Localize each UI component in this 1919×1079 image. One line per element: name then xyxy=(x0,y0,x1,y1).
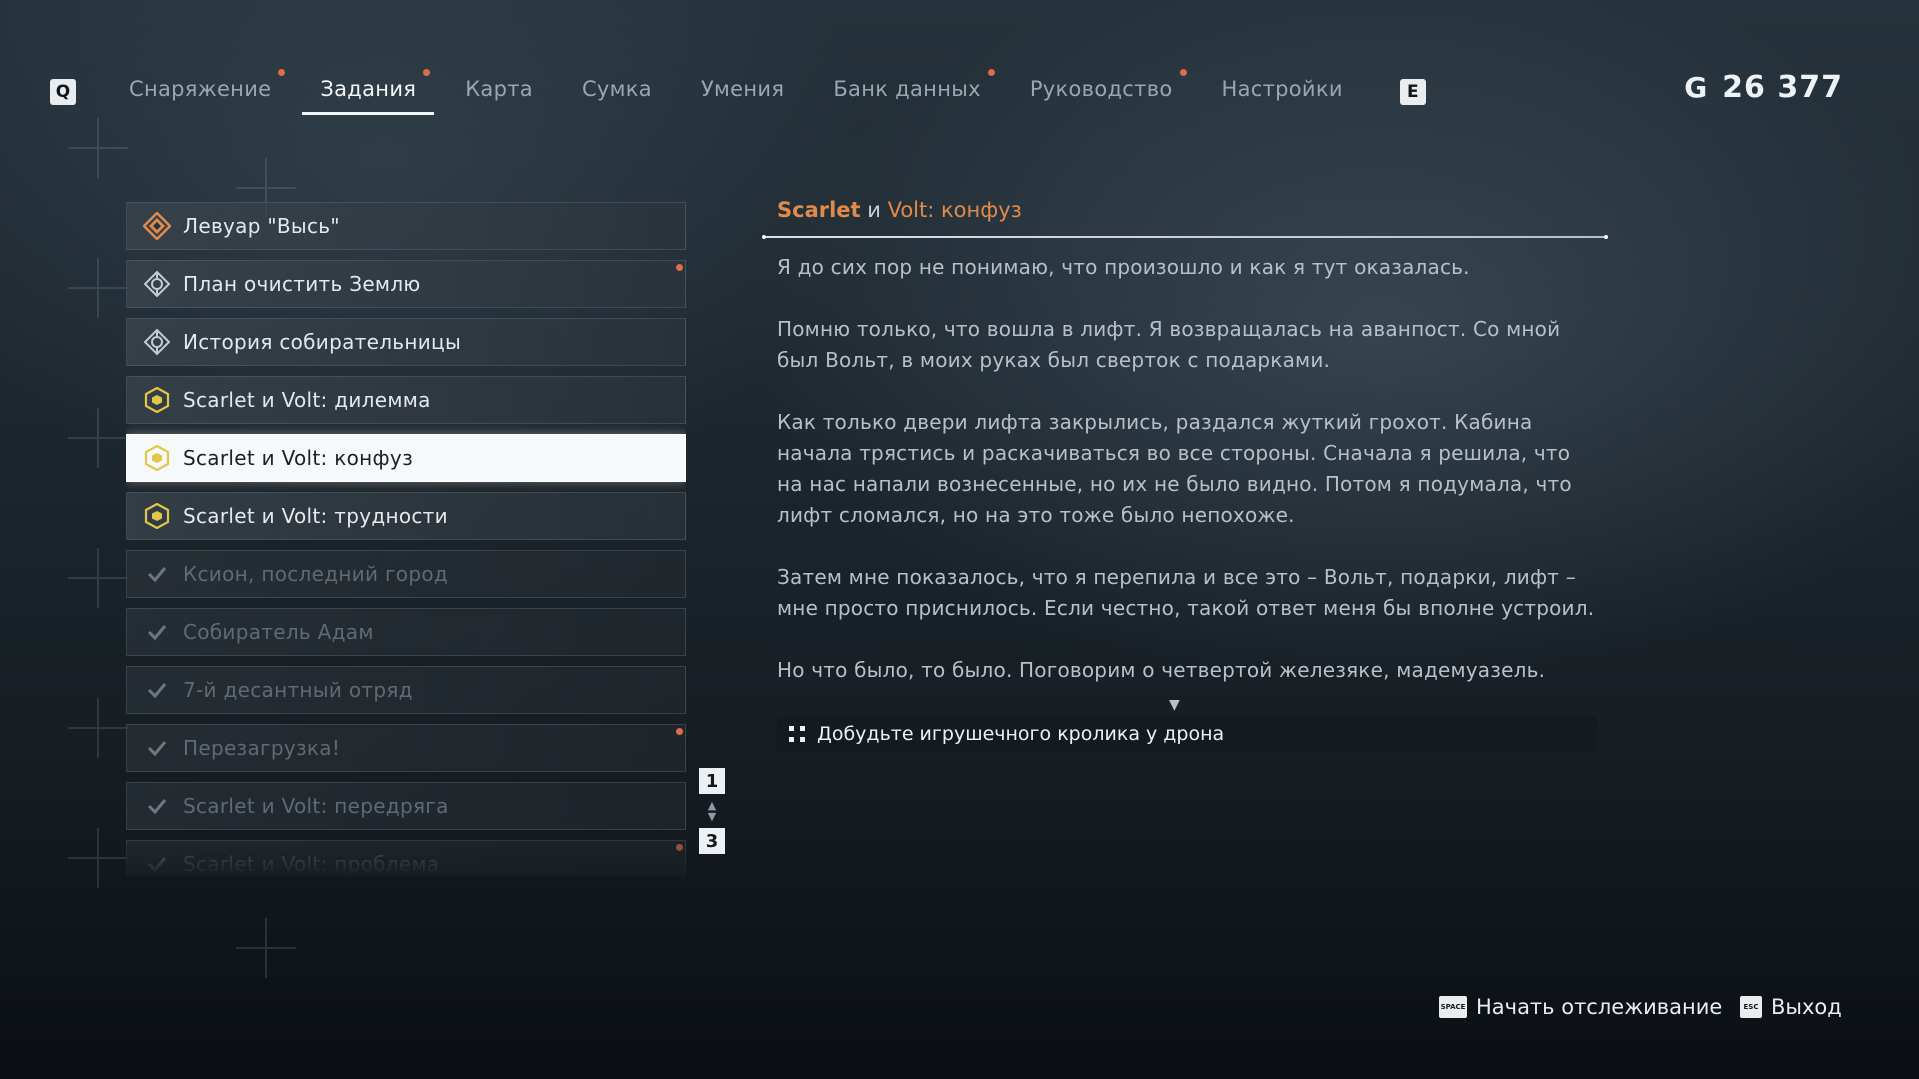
side-quest-emblem-icon xyxy=(143,328,171,356)
tab-guide[interactable]: Руководство xyxy=(1012,69,1191,115)
quest-item[interactable]: План очистить Землю xyxy=(126,260,686,308)
background-crosshair xyxy=(68,698,128,758)
quest-detail-panel: Scarlet и Volt: конфуз Я до сих пор не п… xyxy=(762,198,1608,682)
tab-label: Карта xyxy=(465,77,533,101)
top-navigation: Q Снаряжение Задания Карта Сумка Умения … xyxy=(50,68,1426,116)
description-paragraph: Помню только, что вошла в лифт. Я возвра… xyxy=(777,317,1561,372)
objective-icon xyxy=(789,726,805,742)
description-paragraph: Затем мне показалось, что я перепила и в… xyxy=(777,565,1595,620)
esc-key-icon: ESC xyxy=(1740,996,1762,1018)
background-crosshair xyxy=(236,918,296,978)
tab-label: Банк данных xyxy=(833,77,981,101)
quest-item[interactable]: История собирательницы xyxy=(126,318,686,366)
title-divider xyxy=(762,235,1608,239)
notification-dot xyxy=(676,728,683,735)
quest-title: План очистить Землю xyxy=(183,272,421,296)
quest-detail-title: Scarlet и Volt: конфуз xyxy=(765,198,1605,222)
quest-objective: Добудьте игрушечного кролика у дрона xyxy=(777,717,1597,751)
side-quest-emblem-icon xyxy=(143,270,171,298)
tab-map[interactable]: Карта xyxy=(447,69,551,115)
background-crosshair xyxy=(68,828,128,888)
list-pager: 1 ▲ ▼ 3 xyxy=(699,768,725,854)
page-up-key[interactable]: 1 xyxy=(699,768,725,794)
quest-item-completed[interactable]: Собиратель Адам xyxy=(126,608,686,656)
currency-icon: G xyxy=(1684,71,1709,104)
hexagon-quest-icon xyxy=(143,386,171,414)
checkmark-icon xyxy=(143,560,171,588)
description-paragraph: Но что было, то было. Поговорим о четвер… xyxy=(777,658,1546,682)
quest-item-completed[interactable]: 7-й десантный отряд xyxy=(126,666,686,714)
notification-dot xyxy=(278,69,286,76)
checkmark-icon xyxy=(143,792,171,820)
prompt-label: Выход xyxy=(1771,995,1842,1019)
quest-title: Scarlet и Volt: проблема xyxy=(183,852,440,874)
quest-title: Scarlet и Volt: трудности xyxy=(183,504,448,528)
tab-settings[interactable]: Настройки xyxy=(1204,69,1361,115)
quest-item-completed[interactable]: Scarlet и Volt: проблема xyxy=(126,840,686,874)
tab-label: Руководство xyxy=(1029,77,1173,101)
space-key-icon: SPACE xyxy=(1439,996,1467,1018)
tab-label: Задания xyxy=(320,77,417,101)
tab-equipment[interactable]: Снаряжение xyxy=(111,69,289,115)
currency-display: G 26 377 xyxy=(1684,70,1843,105)
hexagon-quest-icon xyxy=(143,444,171,472)
quest-title: Scarlet и Volt: конфуз xyxy=(183,446,414,470)
tab-label: Настройки xyxy=(1221,77,1343,101)
currency-amount: 26 377 xyxy=(1722,70,1843,105)
objective-text: Добудьте игрушечного кролика у дрона xyxy=(817,723,1225,745)
background-crosshair xyxy=(68,548,128,608)
quest-title: 7-й десантный отряд xyxy=(183,678,413,702)
checkmark-icon xyxy=(143,618,171,646)
description-paragraph: Как только двери лифта закрылись, раздал… xyxy=(777,410,1572,527)
quest-title: Ксион, последний город xyxy=(183,562,448,586)
checkmark-icon xyxy=(143,850,171,874)
quest-title: Scarlet и Volt: дилемма xyxy=(183,388,431,412)
quest-title: Левуар "Высь" xyxy=(183,214,340,238)
quest-item[interactable]: Scarlet и Volt: трудности xyxy=(126,492,686,540)
tab-skills[interactable]: Умения xyxy=(683,69,802,115)
description-paragraph: Я до сих пор не понимаю, что произошло и… xyxy=(777,255,1470,279)
checkmark-icon xyxy=(143,676,171,704)
tab-quests[interactable]: Задания xyxy=(302,69,435,115)
tab-label: Снаряжение xyxy=(129,77,272,101)
tab-bag[interactable]: Сумка xyxy=(564,69,670,115)
title-part: Scarlet xyxy=(777,198,861,222)
background-crosshair xyxy=(68,408,128,468)
background-crosshair xyxy=(68,118,128,178)
page-down-key[interactable]: 3 xyxy=(699,828,725,854)
quest-item-completed[interactable]: Ксион, последний город xyxy=(126,550,686,598)
notification-dot xyxy=(423,69,431,76)
quest-title: История собирательницы xyxy=(183,330,462,354)
quest-title: Перезагрузка! xyxy=(183,736,341,760)
tab-label: Сумка xyxy=(581,77,652,101)
quest-item-selected[interactable]: Scarlet и Volt: конфуз xyxy=(126,434,686,482)
quest-description[interactable]: Я до сих пор не понимаю, что произошло и… xyxy=(765,238,1609,682)
main-quest-diamond-icon xyxy=(143,212,171,240)
prompt-label: Начать отслеживание xyxy=(1476,995,1723,1019)
quest-item-completed[interactable]: Scarlet и Volt: передряга xyxy=(126,782,686,830)
scroll-down-icon[interactable]: ▼ xyxy=(1169,697,1180,713)
hexagon-quest-icon xyxy=(143,502,171,530)
quest-title: Собиратель Адам xyxy=(183,620,374,644)
checkmark-icon xyxy=(143,734,171,762)
start-tracking-button[interactable]: SPACE Начать отслеживание xyxy=(1439,995,1722,1019)
notification-dot xyxy=(987,69,995,76)
quest-item[interactable]: Scarlet и Volt: дилемма xyxy=(126,376,686,424)
scroll-updown-icon: ▲ ▼ xyxy=(707,799,717,823)
notification-dot xyxy=(676,264,683,271)
prev-tab-key[interactable]: Q xyxy=(50,79,76,105)
quest-title: Scarlet и Volt: передряга xyxy=(183,794,449,818)
quest-item[interactable]: Левуар "Высь" xyxy=(126,202,686,250)
quest-list: Левуар "Высь" План очистить Землю Истори… xyxy=(126,202,686,874)
title-part: Volt: конфуз xyxy=(887,198,1022,222)
notification-dot xyxy=(1179,69,1187,76)
tab-label: Умения xyxy=(700,77,785,101)
exit-button[interactable]: ESC Выход xyxy=(1740,995,1842,1019)
tab-databank[interactable]: Банк данных xyxy=(815,69,999,115)
next-tab-key[interactable]: E xyxy=(1399,79,1426,105)
quest-item-completed[interactable]: Перезагрузка! xyxy=(126,724,686,772)
title-part: и xyxy=(860,198,888,222)
notification-dot xyxy=(676,844,683,851)
background-crosshair xyxy=(68,258,128,318)
